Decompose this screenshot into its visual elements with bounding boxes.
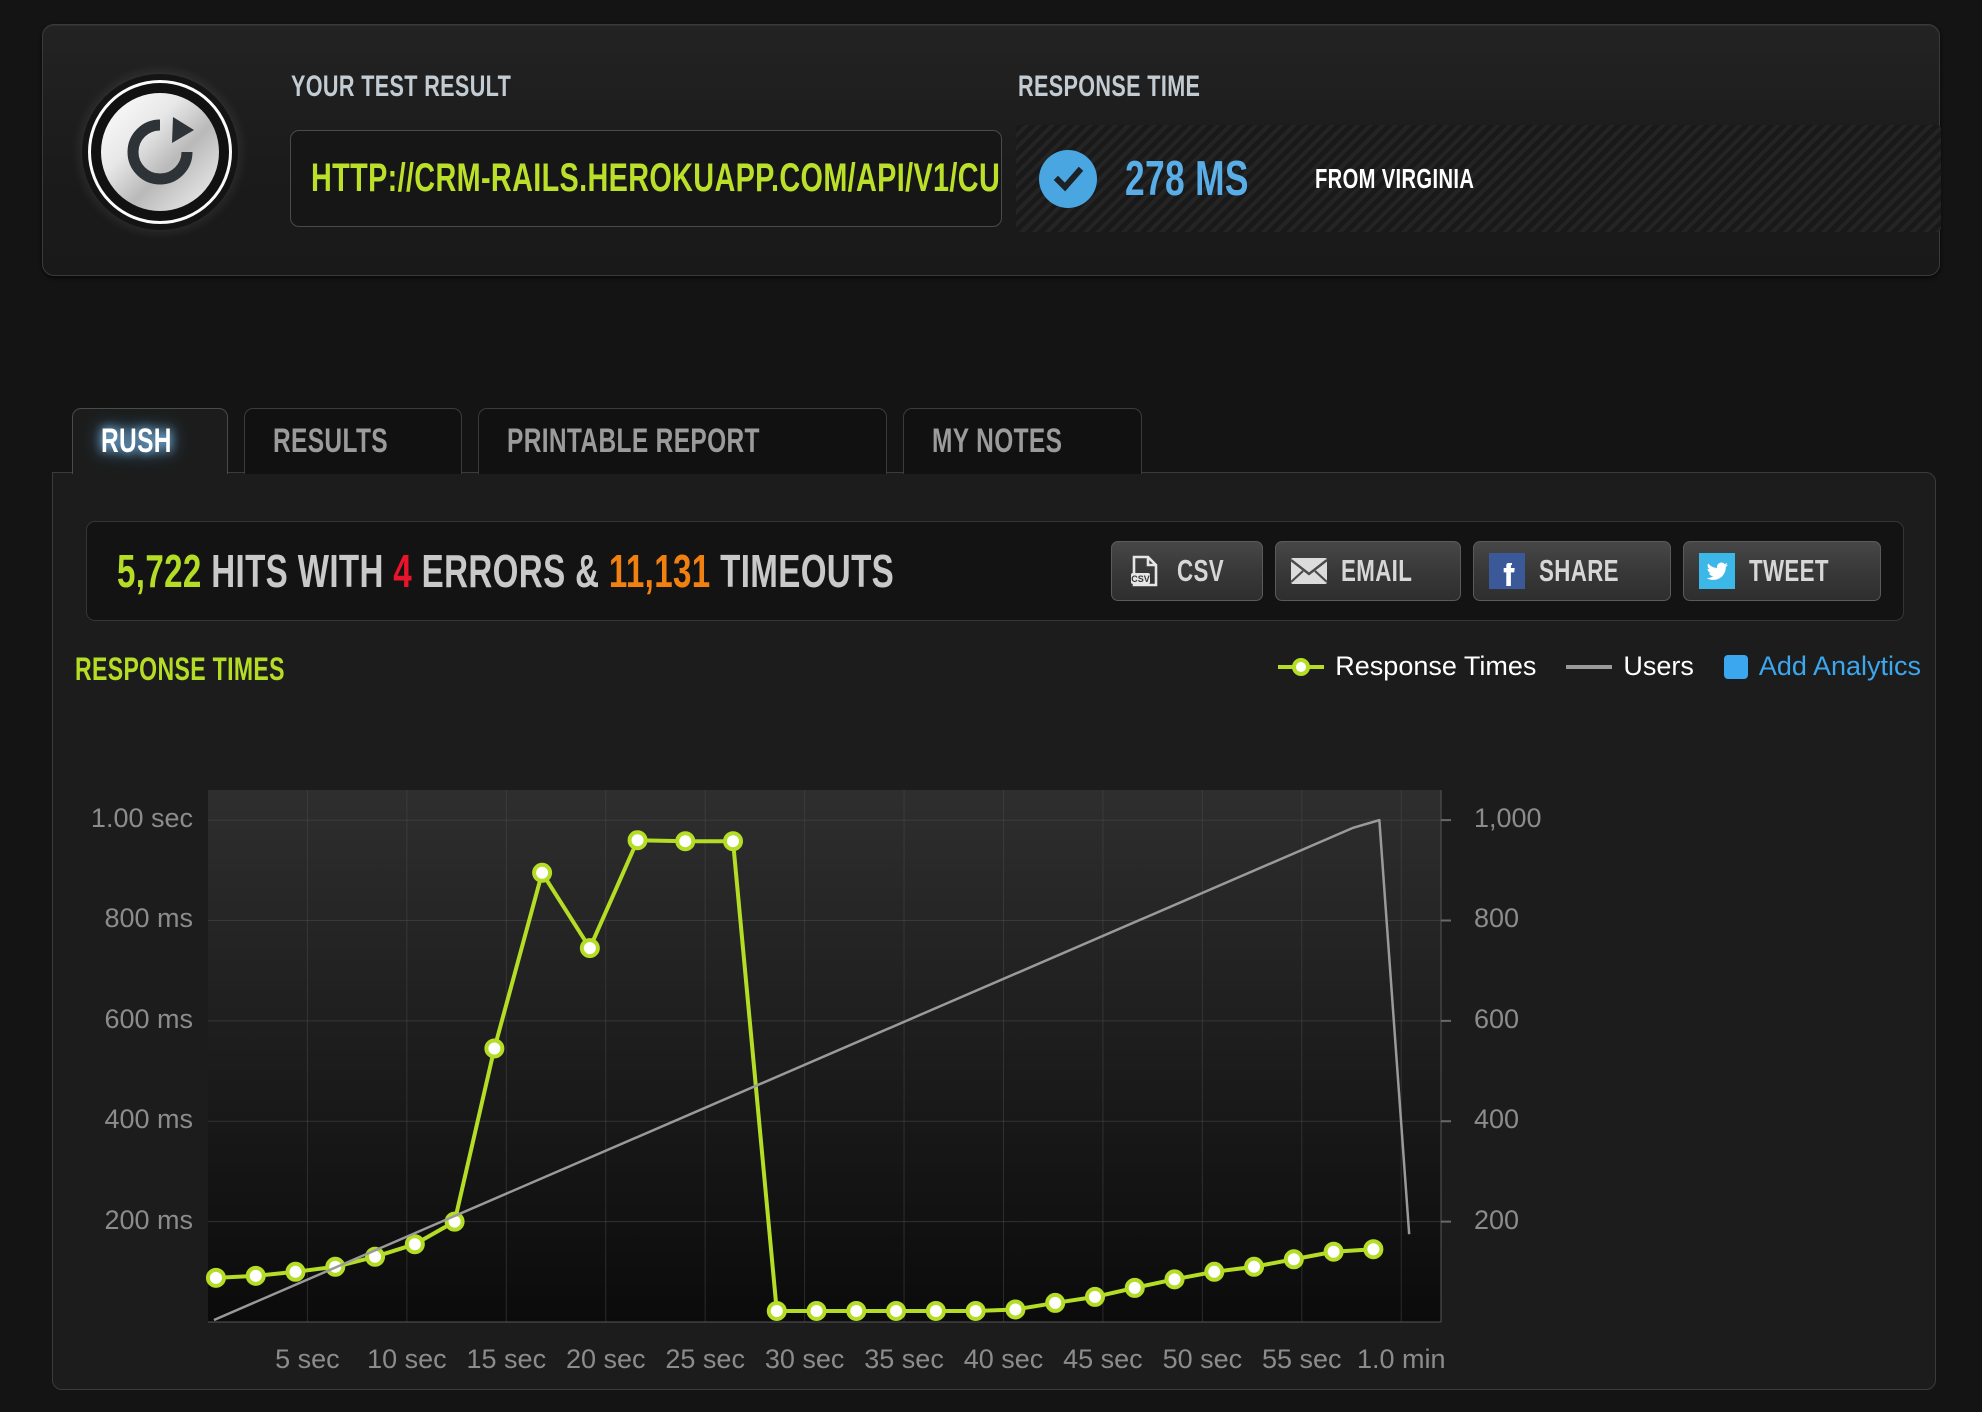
legend-label-response-times: Response Times bbox=[1335, 651, 1537, 681]
tab-results[interactable]: RESULTS bbox=[244, 408, 462, 474]
response-time-box: 278 MS FROM VIRGINIA bbox=[1016, 125, 1941, 232]
y-axis-left-tick: 600 ms bbox=[104, 1003, 193, 1034]
test-result-panel: YOUR TEST RESULT HTTP://CRM-RAILS.HEROKU… bbox=[42, 24, 1941, 276]
csv-file-icon: CSV bbox=[1126, 552, 1164, 590]
legend-item-response-times[interactable]: Response Times bbox=[1278, 651, 1536, 682]
test-result-label-text: YOUR TEST RESULT bbox=[291, 70, 512, 103]
chart-svg bbox=[205, 790, 1451, 1323]
tab-bar: RUSH RESULTS PRINTABLE REPORT MY NOTES bbox=[72, 408, 1158, 474]
csv-button[interactable]: CSV CSV bbox=[1110, 541, 1264, 601]
legend-item-users[interactable]: Users bbox=[1566, 651, 1694, 682]
twitter-icon bbox=[1698, 552, 1736, 590]
y-axis-right-tick: 400 bbox=[1474, 1104, 1520, 1135]
tab-printable-report[interactable]: PRINTABLE REPORT bbox=[478, 408, 888, 474]
y-axis-right-tick: 600 bbox=[1474, 1003, 1520, 1034]
add-analytics-link[interactable]: + Add Analytics bbox=[1723, 651, 1921, 682]
y-axis-right-tick: 200 bbox=[1474, 1204, 1520, 1235]
add-analytics-label: Add Analytics bbox=[1758, 651, 1921, 681]
response-times-chart: 200 ms 400 ms 600 ms 800 ms 1.00 sec 200 400 60… bbox=[53, 688, 1937, 1388]
hits-count: 5,722 bbox=[117, 545, 202, 597]
csv-button-label: CSV bbox=[1176, 553, 1224, 588]
facebook-share-button-label: SHARE bbox=[1538, 553, 1619, 588]
tweet-button-label: TWEET bbox=[1749, 553, 1829, 588]
timeouts-count: 11,131 bbox=[608, 545, 711, 597]
url-value: HTTP://CRM-RAILS.HEROKUAPP.COM/API/V1/CU… bbox=[311, 156, 1001, 200]
envelope-icon bbox=[1290, 552, 1328, 590]
stats-headline: 5,722 HITS WITH 4 ERRORS & 11,131 TIMEOU… bbox=[117, 544, 1196, 598]
response-time-label: RESPONSE TIME bbox=[1018, 70, 1271, 104]
tab-rush-label: RUSH bbox=[101, 422, 172, 460]
tab-rush[interactable]: RUSH bbox=[72, 408, 229, 474]
tab-results-label: RESULTS bbox=[273, 422, 389, 460]
hits-word: HITS WITH bbox=[211, 545, 384, 597]
tweet-button[interactable]: TWEET bbox=[1683, 541, 1881, 601]
test-result-label: YOUR TEST RESULT bbox=[291, 70, 597, 104]
response-time-label-text: RESPONSE TIME bbox=[1018, 70, 1201, 103]
y-axis-left-tick: 800 ms bbox=[104, 903, 193, 934]
y-axis-left-tick: 1.00 sec bbox=[90, 803, 193, 834]
facebook-share-button[interactable]: SHARE bbox=[1472, 541, 1671, 601]
svg-text:CSV: CSV bbox=[1131, 574, 1150, 584]
retry-icon bbox=[101, 93, 219, 211]
email-button[interactable]: EMAIL bbox=[1275, 541, 1461, 601]
errors-word: ERRORS & bbox=[421, 545, 600, 597]
y-axis-left-tick: 400 ms bbox=[104, 1104, 193, 1135]
tab-my-notes[interactable]: MY NOTES bbox=[903, 408, 1143, 474]
timeouts-word: TIMEOUTS bbox=[720, 545, 895, 597]
chart-title: RESPONSE TIMES bbox=[75, 651, 367, 688]
retry-button[interactable] bbox=[88, 80, 232, 224]
email-button-label: EMAIL bbox=[1341, 553, 1413, 588]
legend-label-users: Users bbox=[1623, 651, 1694, 681]
x-axis-tick: 1.0 min bbox=[1356, 1344, 1446, 1374]
rush-panel: 5,722 HITS WITH 4 ERRORS & 11,131 TIMEOU… bbox=[52, 472, 1936, 1390]
facebook-icon bbox=[1488, 552, 1526, 590]
y-axis-right-tick: 1,000 bbox=[1474, 803, 1542, 834]
chart-legend: Response Times Users + Add Analytics bbox=[1278, 651, 1921, 682]
response-time-value: 278 MS bbox=[1125, 151, 1249, 206]
tab-printable-report-label: PRINTABLE REPORT bbox=[507, 422, 760, 460]
y-axis-left-tick: 200 ms bbox=[104, 1204, 193, 1235]
response-origin: FROM VIRGINIA bbox=[1314, 162, 1475, 194]
y-axis-right-tick: 800 bbox=[1474, 903, 1520, 934]
check-circle-icon bbox=[1039, 149, 1097, 208]
stats-bar: 5,722 HITS WITH 4 ERRORS & 11,131 TIMEOU… bbox=[86, 521, 1904, 621]
tab-my-notes-label: MY NOTES bbox=[932, 422, 1063, 460]
plus-square-icon: + bbox=[1723, 653, 1748, 680]
response-times-swatch bbox=[1278, 657, 1325, 676]
users-swatch bbox=[1566, 664, 1613, 669]
errors-count: 4 bbox=[393, 545, 413, 597]
action-buttons: CSV CSV EMAIL SHARE TWEET bbox=[1110, 541, 1881, 601]
url-field[interactable]: HTTP://CRM-RAILS.HEROKUAPP.COM/API/V1/CU… bbox=[290, 130, 1002, 227]
chart-title-text: RESPONSE TIMES bbox=[75, 651, 285, 687]
